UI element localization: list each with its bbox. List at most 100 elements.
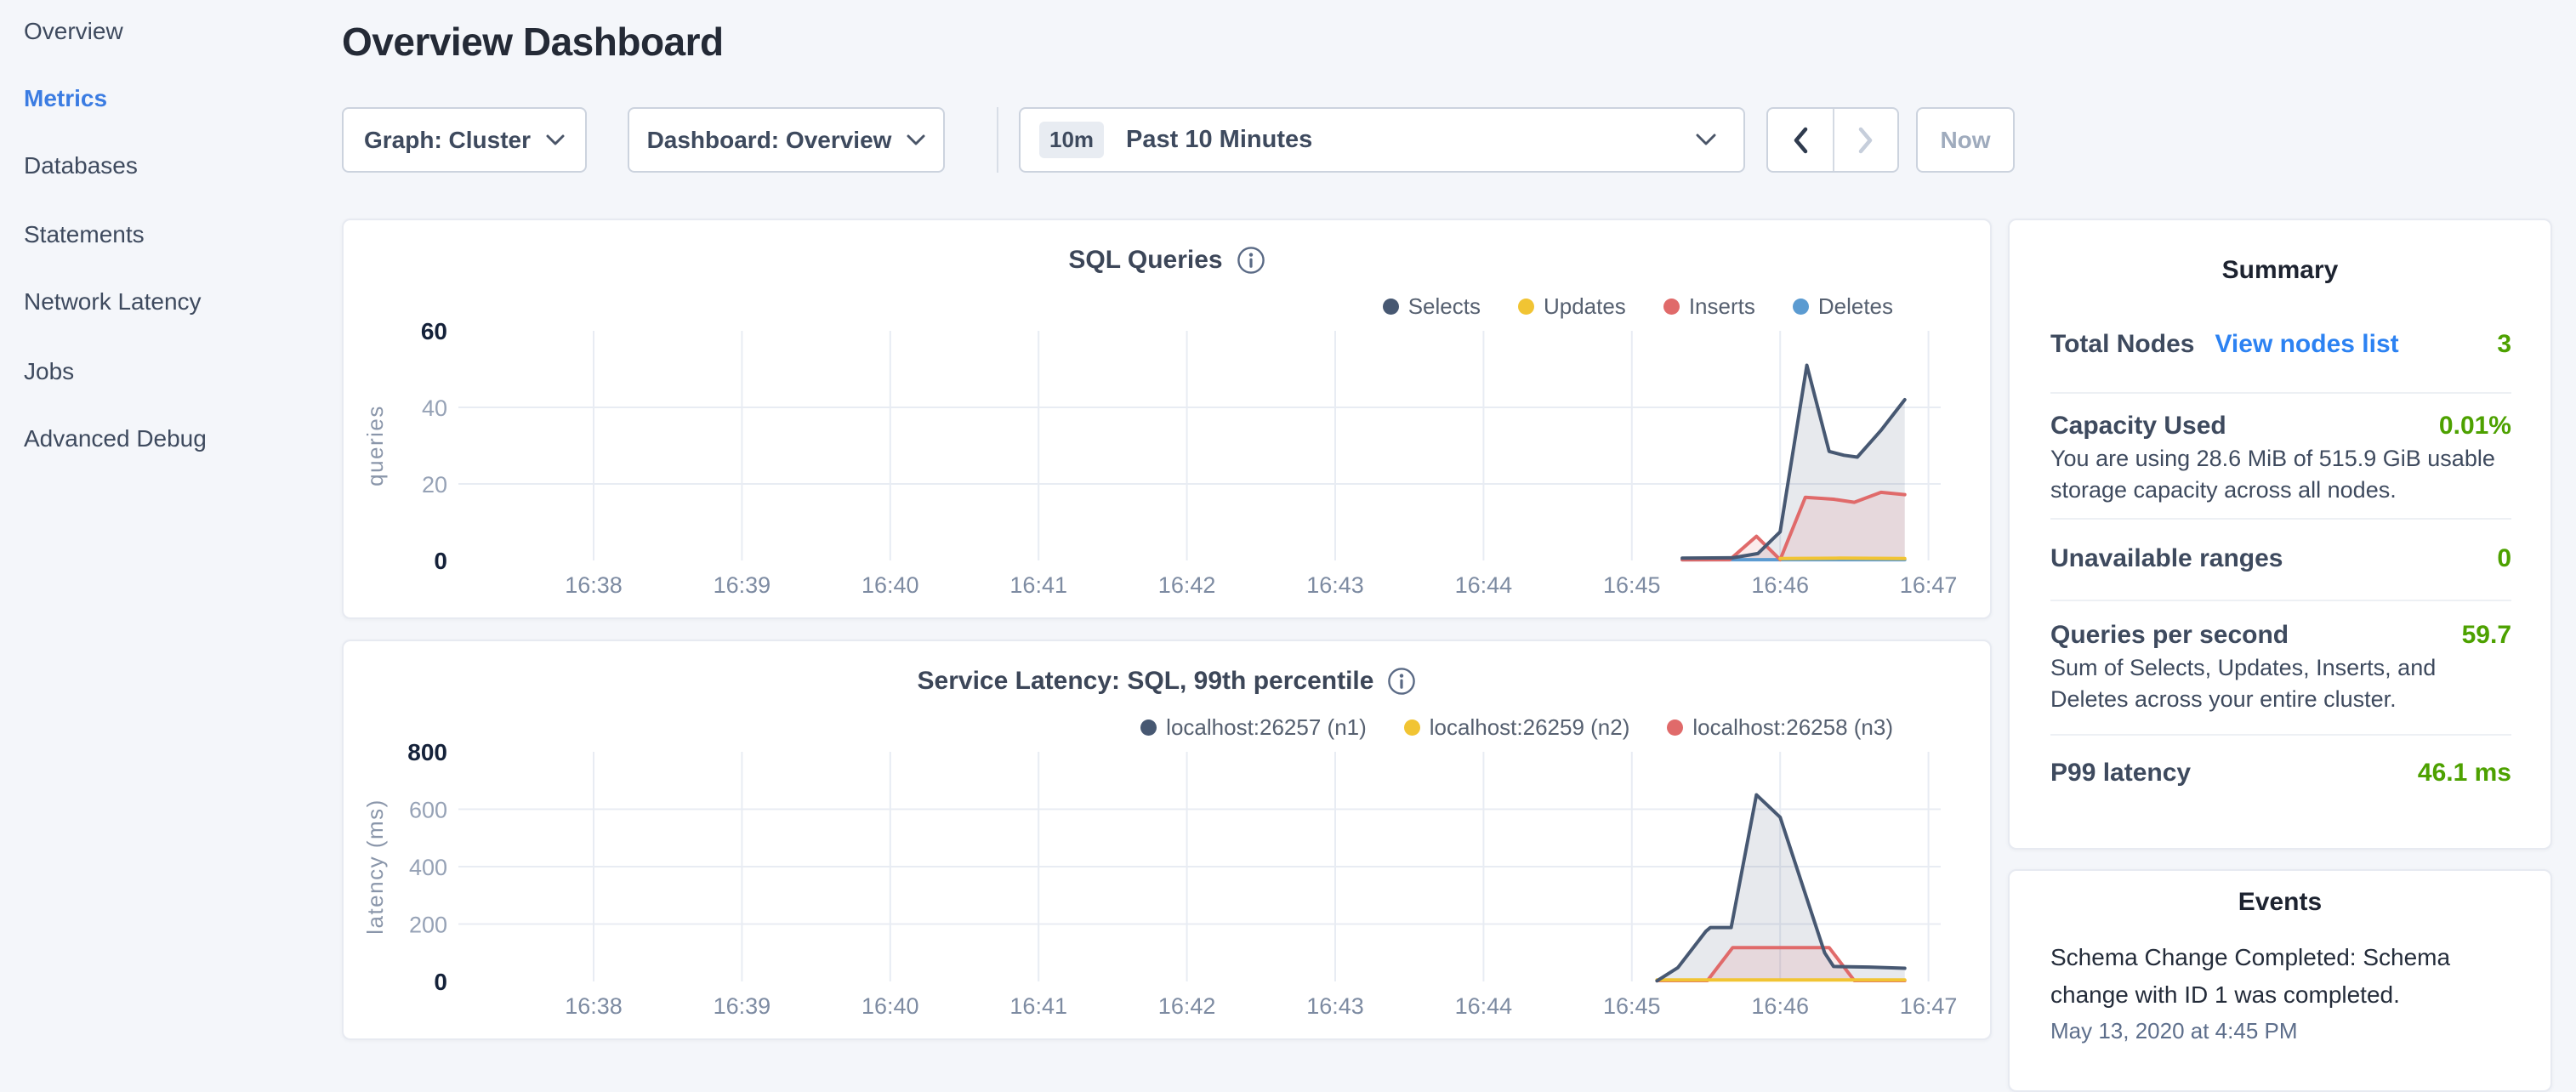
divider — [2050, 734, 2511, 736]
summary-item-total-nodes: Total Nodes View nodes list 3 — [2050, 327, 2511, 361]
service-latency-chart-plot[interactable]: 16:38 16:39 16:40 16:41 16:42 16:43 16:44 16:45… — [344, 641, 1993, 1042]
y-tick-label: 600 — [409, 798, 447, 823]
series-line-updates — [1780, 558, 1905, 559]
y-tick-label: 60 — [421, 318, 447, 344]
legend-dot — [1140, 719, 1157, 736]
sql-queries-chart-plot[interactable]: 16:38 16:39 16:40 16:41 16:42 16:43 16:44 16:45… — [344, 220, 1993, 621]
legend-label: Updates — [1544, 293, 1626, 320]
summary-description: Sum of Selects, Updates, Inserts, and De… — [2050, 652, 2511, 715]
y-tick-label: 20 — [422, 472, 447, 498]
dashboard-dropdown-label: Dashboard: Overview — [647, 127, 892, 154]
y-tick-label: 400 — [409, 855, 447, 880]
legend-item-localhost-26259-n2-[interactable]: localhost:26259 (n2) — [1404, 714, 1630, 741]
summary-label: Unavailable ranges — [2050, 542, 2283, 576]
x-tick-label: 16:44 — [1455, 572, 1513, 598]
chart-legend: Selects Updates Inserts Deletes — [1383, 293, 1893, 320]
chevron-down-icon — [1696, 134, 1716, 146]
event-message: Schema Change Completed: Schema change w… — [2050, 939, 2516, 1014]
summary-label: P99 latency — [2050, 756, 2191, 790]
legend-item-inserts[interactable]: Inserts — [1663, 293, 1755, 320]
x-tick-label: 16:40 — [862, 993, 919, 1019]
x-tick-label: 16:39 — [714, 993, 771, 1019]
x-tick-label: 16:41 — [1009, 572, 1067, 598]
summary-value: 0.01% — [2439, 409, 2511, 443]
event-timestamp: May 13, 2020 at 4:45 PM — [2050, 1015, 2516, 1046]
y-axis-unit-label: queries — [362, 405, 388, 486]
graph-dropdown[interactable]: Graph: Cluster — [342, 107, 587, 173]
divider — [2050, 518, 2511, 520]
legend-dot — [1667, 719, 1683, 736]
summary-panel: Summary Total Nodes View nodes list 3 Ca… — [2008, 219, 2552, 850]
summary-item-unavailable-ranges: Unavailable ranges 0 — [2050, 542, 2511, 576]
x-tick-label: 16:38 — [565, 993, 623, 1019]
sidebar-item-jobs[interactable]: Jobs — [24, 355, 74, 389]
y-tick-label: 0 — [434, 969, 447, 995]
sidebar-item-network-latency[interactable]: Network Latency — [24, 285, 202, 319]
chart-title-row: Service Latency: SQL, 99th percentile — [344, 667, 1990, 696]
divider — [2050, 392, 2511, 394]
x-tick-label: 16:44 — [1455, 993, 1513, 1019]
x-tick-label: 16:45 — [1603, 993, 1661, 1019]
chevron-down-icon — [907, 134, 925, 146]
page-title: Overview Dashboard — [342, 19, 724, 65]
legend-item-localhost-26258-n3-[interactable]: localhost:26258 (n3) — [1667, 714, 1893, 741]
y-tick-label: 200 — [409, 913, 447, 938]
next-time-button[interactable] — [1833, 109, 1897, 171]
chevron-down-icon — [546, 134, 565, 146]
summary-value: 0 — [2497, 542, 2511, 576]
legend-item-selects[interactable]: Selects — [1383, 293, 1481, 320]
legend-label: Inserts — [1689, 293, 1755, 320]
previous-time-button[interactable] — [1768, 109, 1833, 171]
dashboard-dropdown[interactable]: Dashboard: Overview — [628, 107, 945, 173]
x-tick-label: 16:47 — [1900, 572, 1958, 598]
sidebar-item-databases[interactable]: Databases — [24, 149, 138, 183]
sidebar-item-metrics[interactable]: Metrics — [24, 82, 107, 116]
sidebar-item-statements[interactable]: Statements — [24, 218, 145, 252]
summary-item-queries-per-second: Queries per second 59.7 — [2050, 618, 2511, 652]
time-range-selector[interactable]: 10m Past 10 Minutes — [1019, 107, 1745, 173]
summary-item-p99-latency: P99 latency 46.1 ms — [2050, 756, 2511, 790]
info-icon[interactable] — [1387, 667, 1416, 696]
x-tick-label: 16:43 — [1306, 572, 1364, 598]
now-button[interactable]: Now — [1916, 107, 2015, 173]
x-tick-label: 16:43 — [1306, 993, 1364, 1019]
view-nodes-list-link[interactable]: View nodes list — [2215, 327, 2398, 361]
legend-item-updates[interactable]: Updates — [1518, 293, 1626, 320]
sidebar-nav: Overview Metrics Databases Statements Ne… — [0, 0, 340, 1051]
legend-dot — [1383, 299, 1399, 315]
sidebar-item-overview[interactable]: Overview — [24, 14, 123, 48]
summary-label: Queries per second — [2050, 618, 2289, 652]
x-tick-label: 16:38 — [565, 572, 623, 598]
summary-heading: Summary — [2010, 256, 2550, 285]
time-range-label: Past 10 Minutes — [1126, 126, 1312, 154]
legend-dot — [1663, 299, 1680, 315]
chart-title: SQL Queries — [1068, 246, 1222, 275]
y-tick-label: 0 — [434, 548, 447, 574]
x-tick-label: 16:42 — [1158, 572, 1216, 598]
x-tick-label: 16:42 — [1158, 993, 1216, 1019]
x-tick-label: 16:46 — [1751, 572, 1809, 598]
summary-description: You are using 28.6 MiB of 515.9 GiB usab… — [2050, 443, 2511, 506]
controls-divider — [997, 107, 998, 173]
legend-item-localhost-26257-n1-[interactable]: localhost:26257 (n1) — [1140, 714, 1367, 741]
legend-label: Selects — [1408, 293, 1481, 320]
summary-item-capacity-used: Capacity Used 0.01% — [2050, 409, 2511, 443]
time-range-badge: 10m — [1039, 122, 1104, 158]
x-tick-label: 16:46 — [1751, 993, 1809, 1019]
y-axis-unit-label: latency (ms) — [362, 799, 388, 935]
info-icon[interactable] — [1237, 246, 1265, 275]
sidebar-item-advanced-debug[interactable]: Advanced Debug — [24, 422, 207, 456]
legend-label: localhost:26257 (n1) — [1166, 714, 1367, 741]
legend-label: localhost:26259 (n2) — [1430, 714, 1630, 741]
x-tick-label: 16:40 — [862, 572, 919, 598]
legend-item-deletes[interactable]: Deletes — [1793, 293, 1893, 320]
x-tick-label: 16:39 — [714, 572, 771, 598]
x-tick-label: 16:41 — [1009, 993, 1067, 1019]
summary-label: Capacity Used — [2050, 409, 2226, 443]
overview-dashboard-page: { "app": { "background": "#f4f6fa", "acc… — [0, 0, 2576, 1051]
legend-dot — [1518, 299, 1534, 315]
x-tick-label: 16:45 — [1603, 572, 1661, 598]
events-panel: Events Schema Change Completed: Schema c… — [2008, 869, 2552, 1092]
legend-label: Deletes — [1818, 293, 1893, 320]
summary-value: 3 — [2497, 327, 2511, 361]
